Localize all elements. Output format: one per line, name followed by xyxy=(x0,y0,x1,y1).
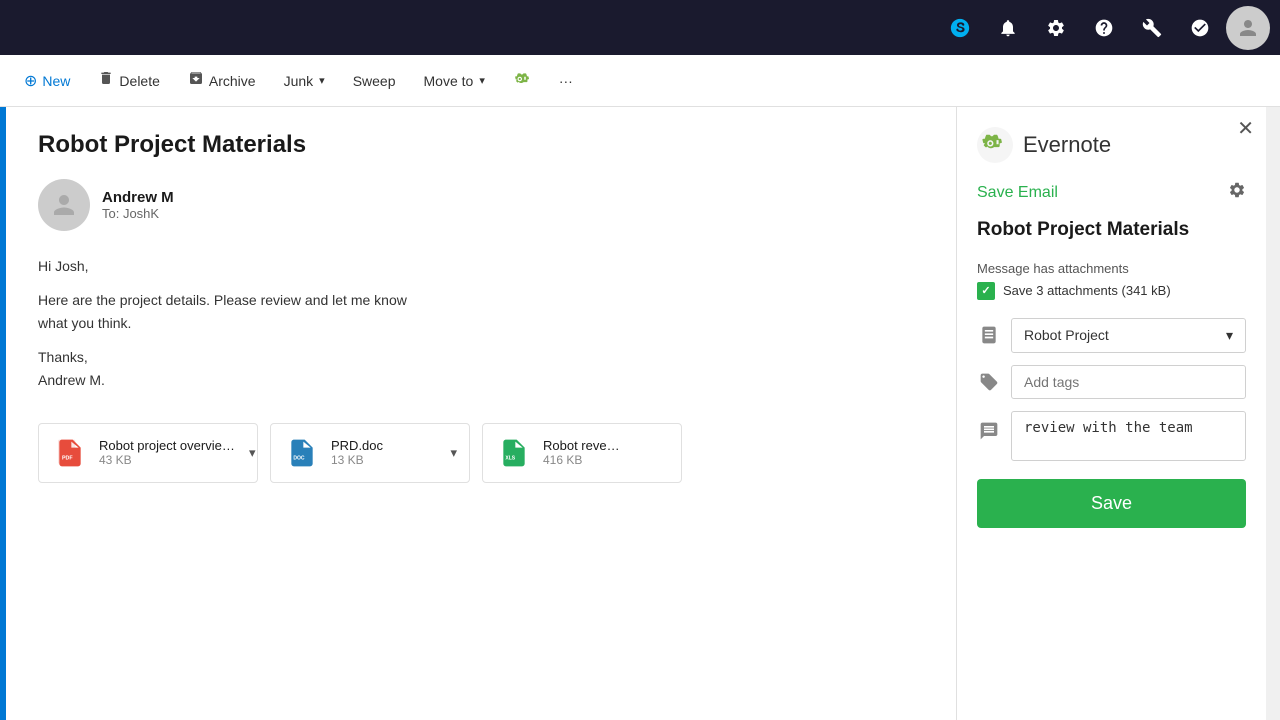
attachment-pdf[interactable]: PDF Robot project overview.pdf 43 KB ▾ xyxy=(38,423,258,483)
svg-text:DOC: DOC xyxy=(293,456,305,462)
attachment-doc-name: PRD.doc xyxy=(331,438,383,453)
skype-icon[interactable] xyxy=(938,6,982,50)
right-scrollbar[interactable] xyxy=(1266,107,1280,720)
help-icon[interactable] xyxy=(1082,6,1126,50)
attachment-pdf-info: Robot project overview.pdf 43 KB xyxy=(99,438,239,467)
moveto-dropdown-arrow: ▾ xyxy=(479,74,485,87)
remark-row: review with the team xyxy=(977,411,1246,461)
evernote-section-header: Save Email xyxy=(977,181,1246,204)
more-button[interactable]: ··· xyxy=(547,67,585,95)
new-button[interactable]: ⊕ New xyxy=(12,65,82,97)
attachments-label: Message has attachments xyxy=(977,261,1246,276)
attachment-doc-dropdown[interactable]: ▾ xyxy=(450,445,457,461)
email-body-greeting: Hi Josh, xyxy=(38,255,924,277)
evernote-title: Evernote xyxy=(1023,132,1111,158)
remark-textarea[interactable]: review with the team xyxy=(1011,411,1246,461)
email-body-closing: Thanks,Andrew M. xyxy=(38,346,924,391)
notebook-select[interactable]: Robot Project ▾ xyxy=(1011,318,1246,353)
delete-button[interactable]: Delete xyxy=(86,64,171,97)
attachment-pdf-name: Robot project overview.pdf xyxy=(99,438,239,453)
svg-text:PDF: PDF xyxy=(62,456,73,462)
attachment-xls-info: Robot reve… 416 KB xyxy=(543,438,620,467)
user-avatar[interactable] xyxy=(1226,6,1270,50)
doc-icon: DOC xyxy=(283,434,321,472)
archive-icon xyxy=(188,70,204,91)
save-email-label: Save Email xyxy=(977,184,1058,202)
toolbar: ⊕ New Delete Archive Junk ▾ Sweep Move t… xyxy=(0,55,1280,107)
save-attachments-checkbox[interactable] xyxy=(977,282,995,300)
remark-icon xyxy=(977,419,1001,443)
checkbox-row: Save 3 attachments (341 kB) xyxy=(977,282,1246,300)
junk-dropdown-arrow: ▾ xyxy=(319,74,325,87)
save-button-label: Save xyxy=(1091,493,1132,513)
notebook-icon xyxy=(977,323,1001,347)
sender-info: Andrew M To: JoshK xyxy=(102,189,174,221)
notebook-value: Robot Project xyxy=(1024,327,1109,343)
settings-icon[interactable] xyxy=(1034,6,1078,50)
sender-avatar xyxy=(38,179,90,231)
new-button-label: New xyxy=(42,73,70,89)
notebook-row: Robot Project ▾ xyxy=(977,318,1246,353)
evernote-toolbar-icon xyxy=(513,70,531,91)
evernote-logo-icon xyxy=(977,127,1013,163)
archive-button[interactable]: Archive xyxy=(176,64,268,97)
delete-button-label: Delete xyxy=(119,73,159,89)
attachment-xls[interactable]: XLS Robot reve… 416 KB xyxy=(482,423,682,483)
email-body: Hi Josh, Here are the project details. P… xyxy=(38,255,924,391)
attachment-doc-info: PRD.doc 13 KB xyxy=(331,438,383,467)
new-icon: ⊕ xyxy=(24,71,37,91)
sweep-button[interactable]: Sweep xyxy=(341,67,408,95)
attachment-pdf-size: 43 KB xyxy=(99,453,239,467)
attachment-xls-size: 416 KB xyxy=(543,453,620,467)
notebook-dropdown-arrow: ▾ xyxy=(1226,327,1233,344)
junk-button[interactable]: Junk ▾ xyxy=(272,67,337,95)
main-layout: Robot Project Materials Andrew M To: Jos… xyxy=(0,107,1280,720)
junk-button-label: Junk xyxy=(284,73,314,89)
close-button[interactable]: ✕ xyxy=(1237,119,1254,139)
more-button-label: ··· xyxy=(559,73,573,89)
attachment-xls-name: Robot reve… xyxy=(543,438,620,453)
attachments-row: PDF Robot project overview.pdf 43 KB ▾ D… xyxy=(38,423,924,483)
attachments-check-section: Message has attachments Save 3 attachmen… xyxy=(977,261,1246,300)
sender-to: To: JoshK xyxy=(102,206,174,221)
tags-icon xyxy=(977,370,1001,394)
email-body-main: Here are the project details. Please rev… xyxy=(38,289,924,334)
save-attachments-label: Save 3 attachments (341 kB) xyxy=(1003,283,1171,298)
email-panel: Robot Project Materials Andrew M To: Jos… xyxy=(6,107,956,720)
note-title: Robot Project Materials xyxy=(977,218,1246,243)
attachment-doc-size: 13 KB xyxy=(331,453,383,467)
wrench-icon[interactable] xyxy=(1130,6,1174,50)
top-nav xyxy=(0,0,1280,55)
attachment-pdf-dropdown[interactable]: ▾ xyxy=(249,445,256,461)
evernote-settings-button[interactable] xyxy=(1228,181,1246,204)
xls-icon: XLS xyxy=(495,434,533,472)
attachment-doc[interactable]: DOC PRD.doc 13 KB ▾ xyxy=(270,423,470,483)
moveto-button-label: Move to xyxy=(424,73,474,89)
save-button[interactable]: Save xyxy=(977,479,1246,528)
sweep-button-label: Sweep xyxy=(353,73,396,89)
evernote-panel: ✕ Evernote Save Email Robot Project Mate… xyxy=(956,107,1266,720)
evernote-toolbar-button[interactable] xyxy=(501,64,543,97)
sender-name: Andrew M xyxy=(102,189,174,206)
pdf-icon: PDF xyxy=(51,434,89,472)
moveto-button[interactable]: Move to ▾ xyxy=(412,67,497,95)
tags-row xyxy=(977,365,1246,399)
svg-text:XLS: XLS xyxy=(505,456,515,462)
archive-button-label: Archive xyxy=(209,73,256,89)
email-subject: Robot Project Materials xyxy=(38,131,924,159)
delete-icon xyxy=(98,70,114,91)
evernote-header: Evernote xyxy=(977,127,1246,163)
feedback-icon[interactable] xyxy=(1178,6,1222,50)
sender-row: Andrew M To: JoshK xyxy=(38,179,924,231)
tags-input[interactable] xyxy=(1011,365,1246,399)
bell-icon[interactable] xyxy=(986,6,1030,50)
